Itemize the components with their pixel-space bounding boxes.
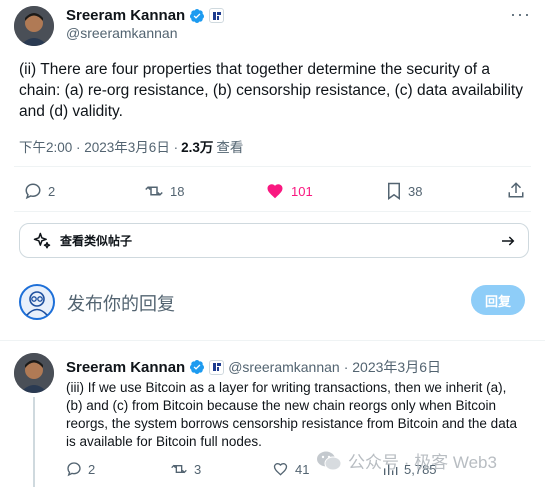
current-user-avatar[interactable] <box>19 284 55 320</box>
thread-line <box>33 397 35 487</box>
reply-button[interactable]: 2 <box>24 182 55 200</box>
like-count: 101 <box>291 183 313 199</box>
bookmark-count: 38 <box>408 183 423 199</box>
reply-date[interactable]: · 2023年3月6日 <box>344 357 441 377</box>
retweet-icon <box>171 464 187 474</box>
reply-tweet-reply-button[interactable]: 2 <box>66 461 95 477</box>
divider <box>14 211 531 212</box>
views-count: 2.3万 <box>181 140 214 155</box>
author-handle[interactable]: @sreeramkannan <box>66 25 178 41</box>
reply-tweet-like-button[interactable]: 41 <box>272 461 309 477</box>
watermark: 公众号 · 极客 Web3 <box>316 448 497 473</box>
reply-icon <box>67 462 81 477</box>
sparkle-icon <box>33 232 51 248</box>
reply-author-name[interactable]: Sreeram Kannan <box>66 359 185 376</box>
bookmark-button[interactable]: 38 <box>386 182 422 200</box>
similar-posts-button[interactable]: 查看类似帖子 <box>19 223 529 258</box>
reply-author-avatar[interactable] <box>14 353 54 393</box>
reply-tweet-text: (iii) If we use Bitcoin as a layer for w… <box>66 380 517 449</box>
bookmark-icon <box>388 182 400 200</box>
share-icon <box>508 182 524 198</box>
tweet-text: (ii) There are four properties that toge… <box>19 61 523 120</box>
affiliate-badge-icon <box>209 8 225 23</box>
tweet-meta: 下午2:00 · 2023年3月6日 · 2.3万 查看 <box>19 136 243 156</box>
retweet-icon <box>145 186 163 196</box>
retweet-button[interactable]: 18 <box>144 182 184 200</box>
heart-icon <box>273 462 288 476</box>
similar-posts-label: 查看类似帖子 <box>60 234 133 248</box>
tweet-timestamp[interactable]: 下午2:00 · 2023年3月6日 · <box>19 136 178 156</box>
reply-tweet-like-count: 41 <box>295 461 310 477</box>
verified-badge-icon <box>189 359 205 375</box>
retweet-count: 18 <box>170 183 185 199</box>
reply-tweet-retweet-count: 3 <box>194 461 202 477</box>
divider <box>0 340 545 341</box>
author-avatar[interactable] <box>14 6 54 46</box>
watermark-text: 公众号 · 极客 Web3 <box>348 453 497 472</box>
views-label: 查看 <box>216 140 244 155</box>
share-button[interactable] <box>507 181 525 199</box>
affiliate-badge-icon <box>209 359 225 375</box>
reply-input[interactable]: 发布你的回复 <box>67 290 175 316</box>
reply-tweet-reply-count: 2 <box>88 461 96 477</box>
reply-count: 2 <box>48 183 56 199</box>
more-icon[interactable]: ··· <box>510 4 531 25</box>
wechat-icon <box>317 451 342 470</box>
reply-icon <box>25 183 41 200</box>
author-name[interactable]: Sreeram Kannan <box>66 7 185 24</box>
submit-reply-button[interactable]: 回复 <box>471 285 525 315</box>
arrow-right-icon <box>502 235 515 246</box>
verified-badge-icon <box>189 8 205 24</box>
like-button[interactable]: 101 <box>265 182 313 200</box>
reply-author-handle[interactable]: @sreeramkannan <box>228 359 340 375</box>
heart-icon <box>267 184 283 199</box>
divider <box>14 166 531 167</box>
reply-tweet-retweet-button[interactable]: 3 <box>170 461 201 477</box>
